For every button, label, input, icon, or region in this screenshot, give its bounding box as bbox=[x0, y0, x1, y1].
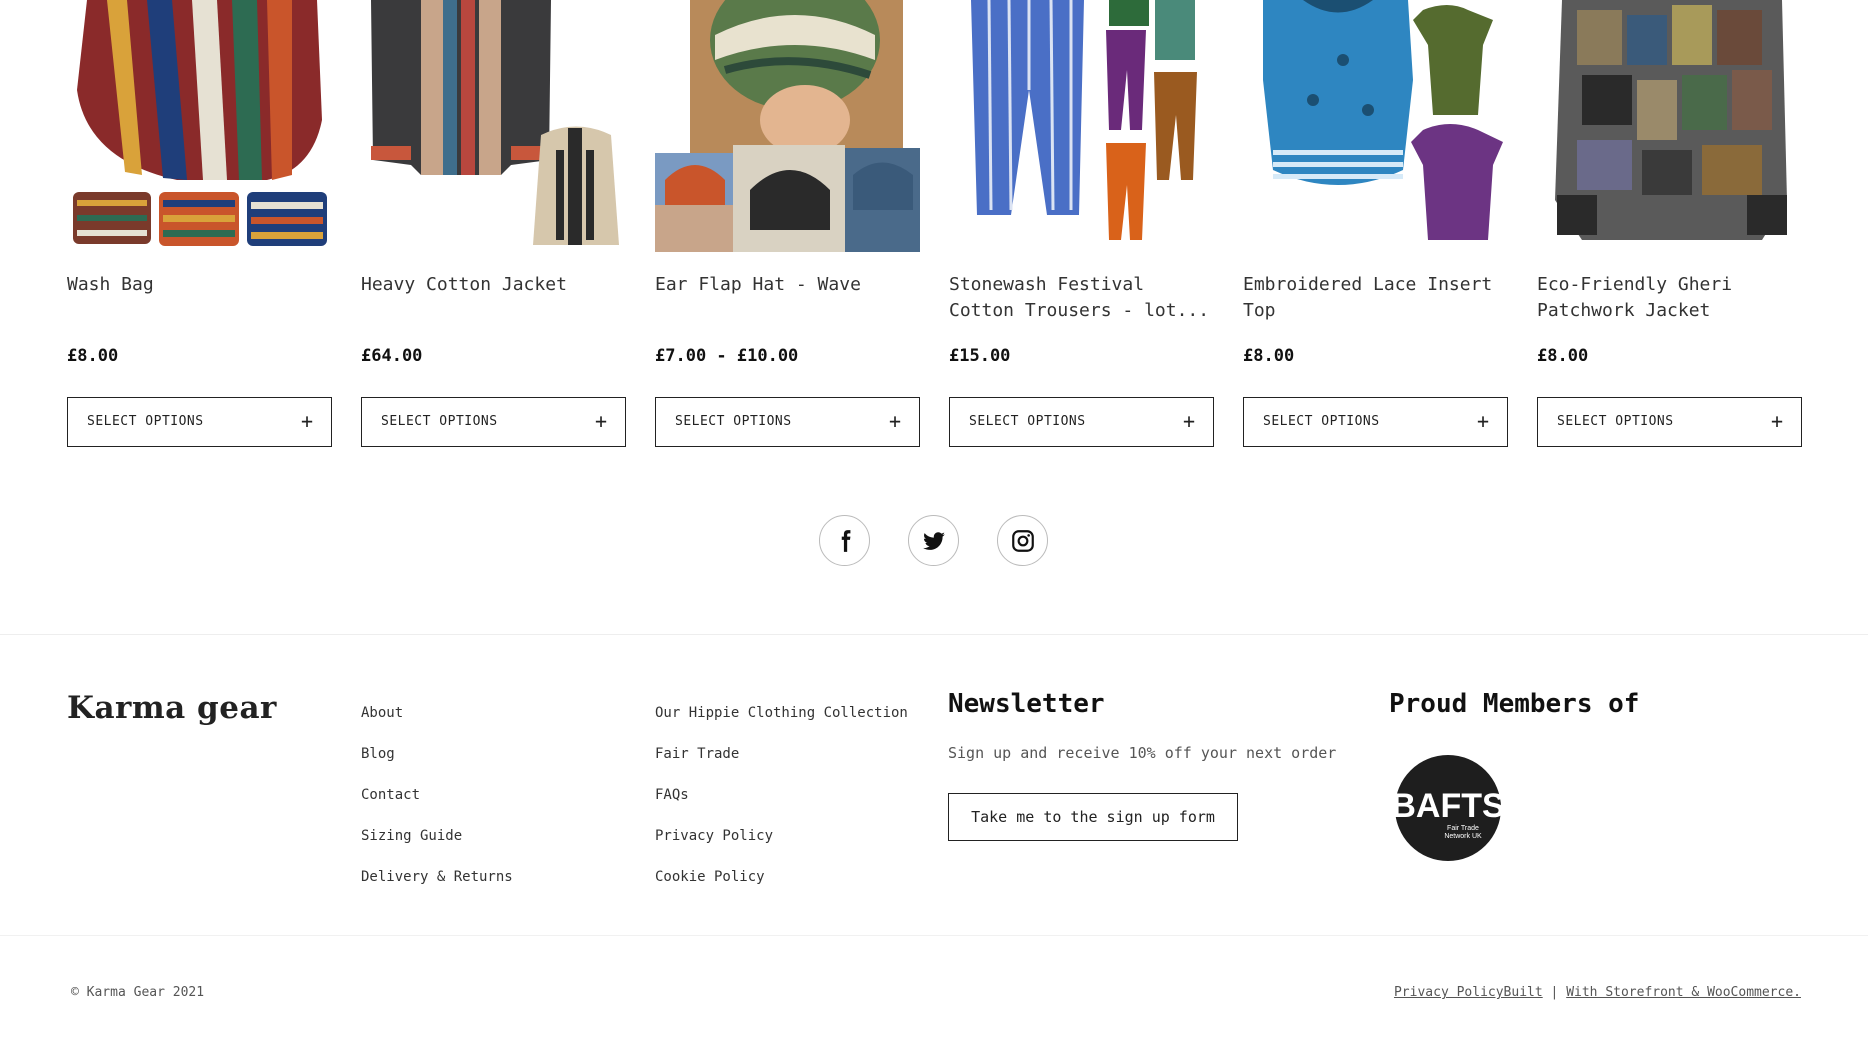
product-price: £15.00 bbox=[949, 346, 1011, 366]
select-options-button[interactable]: SELECT OPTIONS + bbox=[1537, 397, 1802, 447]
twitter-icon[interactable] bbox=[908, 515, 959, 566]
product-image[interactable] bbox=[655, 0, 920, 252]
members-title: Proud Members of bbox=[1389, 689, 1640, 719]
product-name[interactable]: Eco-Friendly Gheri Patchwork Jacket bbox=[1537, 272, 1802, 324]
product-image[interactable] bbox=[1243, 0, 1508, 252]
plus-icon: + bbox=[300, 409, 313, 433]
product-grid: Wash Bag £8.00 SELECT OPTIONS + Heavy Co… bbox=[0, 0, 1868, 460]
footer-link[interactable]: Fair Trade bbox=[655, 734, 908, 775]
footer-link[interactable]: Contact bbox=[361, 775, 513, 816]
footer-links-col2: Our Hippie Clothing Collection Fair Trad… bbox=[655, 693, 908, 898]
select-options-button[interactable]: SELECT OPTIONS + bbox=[655, 397, 920, 447]
newsletter-text: Sign up and receive 10% off your next or… bbox=[948, 744, 1337, 762]
newsletter-title: Newsletter bbox=[948, 689, 1105, 719]
instagram-icon[interactable] bbox=[997, 515, 1048, 566]
product-name[interactable]: Wash Bag bbox=[67, 272, 332, 298]
footer-link[interactable]: Sizing Guide bbox=[361, 816, 513, 857]
footer-link[interactable]: Blog bbox=[361, 734, 513, 775]
bafts-logo: BAFTS Fair Trade Network UK bbox=[1395, 755, 1501, 861]
product-name[interactable]: Stonewash Festival Cotton Trousers - lot… bbox=[949, 272, 1214, 324]
footer-link[interactable]: About bbox=[361, 693, 513, 734]
bottom-divider bbox=[0, 935, 1868, 936]
select-options-button[interactable]: SELECT OPTIONS + bbox=[67, 397, 332, 447]
plus-icon: + bbox=[594, 409, 607, 433]
select-options-button[interactable]: SELECT OPTIONS + bbox=[1243, 397, 1508, 447]
separator: | bbox=[1550, 985, 1559, 1000]
site-footer: Karma gear About Blog Contact Sizing Gui… bbox=[0, 635, 1868, 935]
privacy-policy-link[interactable]: Privacy PolicyBuilt bbox=[1394, 985, 1543, 1000]
facebook-icon[interactable] bbox=[819, 515, 870, 566]
newsletter-signup-button[interactable]: Take me to the sign up form bbox=[948, 793, 1238, 841]
select-options-button[interactable]: SELECT OPTIONS + bbox=[949, 397, 1214, 447]
plus-icon: + bbox=[888, 409, 901, 433]
product-price: £8.00 bbox=[67, 346, 119, 366]
copyright-text: © Karma Gear 2021 bbox=[71, 985, 205, 1000]
bafts-text: BAFTS bbox=[1395, 787, 1501, 825]
select-options-button[interactable]: SELECT OPTIONS + bbox=[361, 397, 626, 447]
bottom-links: Privacy PolicyBuilt | With Storefront & … bbox=[1394, 985, 1801, 1000]
footer-link[interactable]: Cookie Policy bbox=[655, 857, 908, 898]
plus-icon: + bbox=[1770, 409, 1783, 433]
product-image[interactable] bbox=[1537, 0, 1802, 252]
social-links bbox=[0, 515, 1868, 567]
bafts-sub2: Network UK bbox=[1444, 833, 1482, 840]
product-image[interactable] bbox=[361, 0, 626, 252]
footer-link[interactable]: Privacy Policy bbox=[655, 816, 908, 857]
product-image[interactable] bbox=[949, 0, 1214, 252]
select-options-label: SELECT OPTIONS bbox=[381, 414, 498, 429]
footer-link[interactable]: Delivery & Returns bbox=[361, 857, 513, 898]
select-options-label: SELECT OPTIONS bbox=[969, 414, 1086, 429]
storefront-link[interactable]: With Storefront & WooCommerce. bbox=[1566, 985, 1801, 1000]
product-name[interactable]: Embroidered Lace Insert Top bbox=[1243, 272, 1508, 324]
footer-link[interactable]: Our Hippie Clothing Collection bbox=[655, 693, 908, 734]
select-options-label: SELECT OPTIONS bbox=[87, 414, 204, 429]
product-price: £7.00 - £10.00 bbox=[655, 346, 799, 366]
footer-links-col1: About Blog Contact Sizing Guide Delivery… bbox=[361, 693, 513, 898]
plus-icon: + bbox=[1476, 409, 1489, 433]
bafts-sub1: Fair Trade bbox=[1447, 825, 1479, 832]
footer-link[interactable]: FAQs bbox=[655, 775, 908, 816]
select-options-label: SELECT OPTIONS bbox=[1263, 414, 1380, 429]
plus-icon: + bbox=[1182, 409, 1195, 433]
product-name[interactable]: Ear Flap Hat - Wave bbox=[655, 272, 920, 298]
select-options-label: SELECT OPTIONS bbox=[675, 414, 792, 429]
product-image[interactable] bbox=[67, 0, 332, 252]
select-options-label: SELECT OPTIONS bbox=[1557, 414, 1674, 429]
product-name[interactable]: Heavy Cotton Jacket bbox=[361, 272, 626, 298]
site-logo[interactable]: Karma gear bbox=[67, 690, 277, 726]
product-price: £64.00 bbox=[361, 346, 423, 366]
product-price: £8.00 bbox=[1243, 346, 1295, 366]
product-price: £8.00 bbox=[1537, 346, 1589, 366]
